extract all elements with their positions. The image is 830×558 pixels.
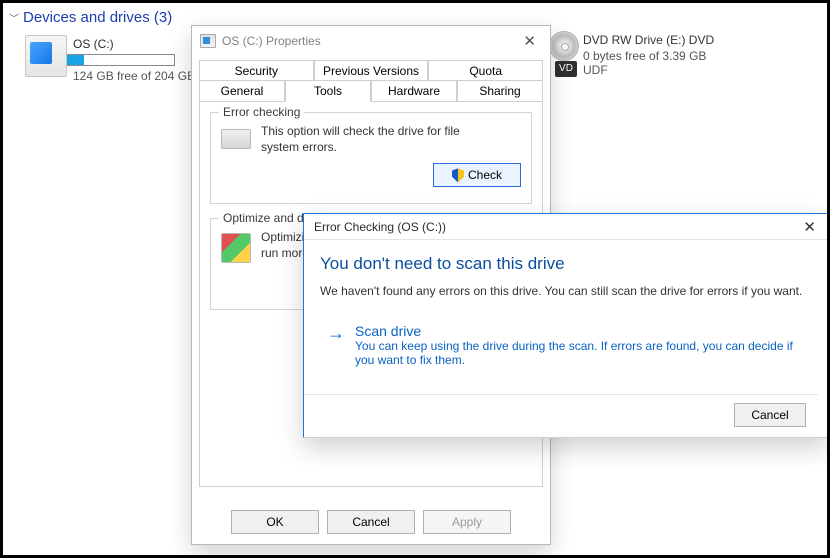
dialog-heading: You don't need to scan this drive [320, 254, 814, 274]
dialog-title: OS (C:) Properties [222, 34, 321, 48]
dvd-badge: VD [555, 61, 577, 77]
tab-hardware[interactable]: Hardware [371, 80, 457, 102]
section-title: Devices and drives (3) [23, 9, 172, 26]
drive-icon [200, 34, 216, 48]
cancel-button[interactable]: Cancel [734, 403, 806, 427]
drive-icon [221, 129, 251, 149]
close-icon[interactable]: ✕ [517, 30, 542, 52]
tab-tools[interactable]: Tools [285, 80, 371, 102]
drive-title: DVD RW Drive (E:) DVD [583, 33, 714, 47]
apply-button[interactable]: Apply [423, 510, 511, 534]
error-checking-dialog: Error Checking (OS (C:)) ✕ You don't nee… [303, 213, 830, 438]
check-button[interactable]: Check [433, 163, 521, 187]
ok-button[interactable]: OK [231, 510, 319, 534]
dialog-titlebar[interactable]: Error Checking (OS (C:)) ✕ [304, 214, 830, 240]
arrow-right-icon: → [327, 324, 345, 342]
devices-section-header[interactable]: ﹀ Devices and drives (3) [9, 9, 172, 26]
tab-security[interactable]: Security [199, 60, 314, 81]
dialog-titlebar[interactable]: OS (C:) Properties ✕ [192, 26, 550, 56]
cancel-button[interactable]: Cancel [327, 510, 415, 534]
check-button-label: Check [468, 168, 502, 182]
action-subtitle: You can keep using the drive during the … [355, 339, 807, 367]
scan-drive-action[interactable]: → Scan drive You can keep using the driv… [320, 316, 814, 374]
dialog-footer: OK Cancel Apply [192, 510, 550, 534]
drive-item-dvd[interactable]: DVD RW Drive (E:) DVD 0 bytes free of 3.… [583, 33, 714, 77]
explorer-window: ﹀ Devices and drives (3) OS (C:) 124 GB … [0, 0, 830, 558]
disc-icon [549, 31, 579, 61]
action-title: Scan drive [355, 323, 807, 339]
error-checking-text: This option will check the drive for fil… [261, 123, 471, 155]
dialog-message: We haven't found any errors on this driv… [320, 284, 814, 298]
error-checking-group: Error checking This option will check th… [210, 112, 532, 204]
tab-sharing[interactable]: Sharing [457, 80, 543, 102]
tab-quota[interactable]: Quota [428, 60, 543, 81]
drive-free-text: 0 bytes free of 3.39 GB [583, 49, 714, 63]
drive-fs: UDF [583, 63, 714, 77]
close-icon[interactable]: ✕ [799, 218, 820, 236]
chevron-down-icon: ﹀ [9, 11, 19, 25]
tab-previous-versions[interactable]: Previous Versions [314, 60, 429, 81]
defrag-icon [221, 233, 251, 263]
dialog-title: Error Checking (OS (C:)) [314, 220, 446, 234]
hdd-icon [25, 35, 67, 77]
shield-icon [452, 168, 464, 182]
dialog-footer: Cancel [304, 394, 818, 427]
group-legend: Error checking [219, 105, 304, 119]
tab-general[interactable]: General [199, 80, 285, 102]
